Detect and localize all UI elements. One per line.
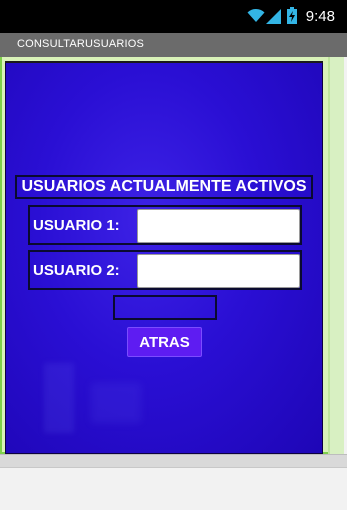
wifi-icon: [247, 8, 265, 22]
title-bar: CONSULTARUSUARIOS: [0, 33, 347, 57]
scroll-strip: [328, 57, 344, 454]
bottom-area: [0, 468, 347, 510]
background-shape: [91, 383, 141, 423]
back-button[interactable]: ATRAS: [127, 327, 202, 357]
heading-box: USUARIOS ACTUALMENTE ACTIVOS: [15, 175, 313, 199]
user1-input[interactable]: [137, 209, 300, 243]
form-heading: USUARIOS ACTUALMENTE ACTIVOS: [21, 178, 307, 195]
app-title: CONSULTARUSUARIOS: [17, 38, 145, 50]
divider: [5, 61, 323, 63]
battery-charging-icon: [287, 7, 297, 24]
status-time: 9:48: [305, 8, 335, 25]
status-bar: 9:48: [0, 0, 347, 33]
user2-label: USUARIO 2:: [33, 262, 120, 279]
user1-label: USUARIO 1:: [33, 217, 120, 234]
user2-input[interactable]: [137, 254, 300, 288]
bottom-separator: [0, 454, 347, 468]
signal-icon: [266, 9, 281, 24]
user2-row: USUARIO 2:: [28, 250, 302, 290]
user1-row: USUARIO 1:: [28, 205, 302, 245]
result-label: [113, 295, 217, 320]
background-shape: [44, 363, 74, 433]
